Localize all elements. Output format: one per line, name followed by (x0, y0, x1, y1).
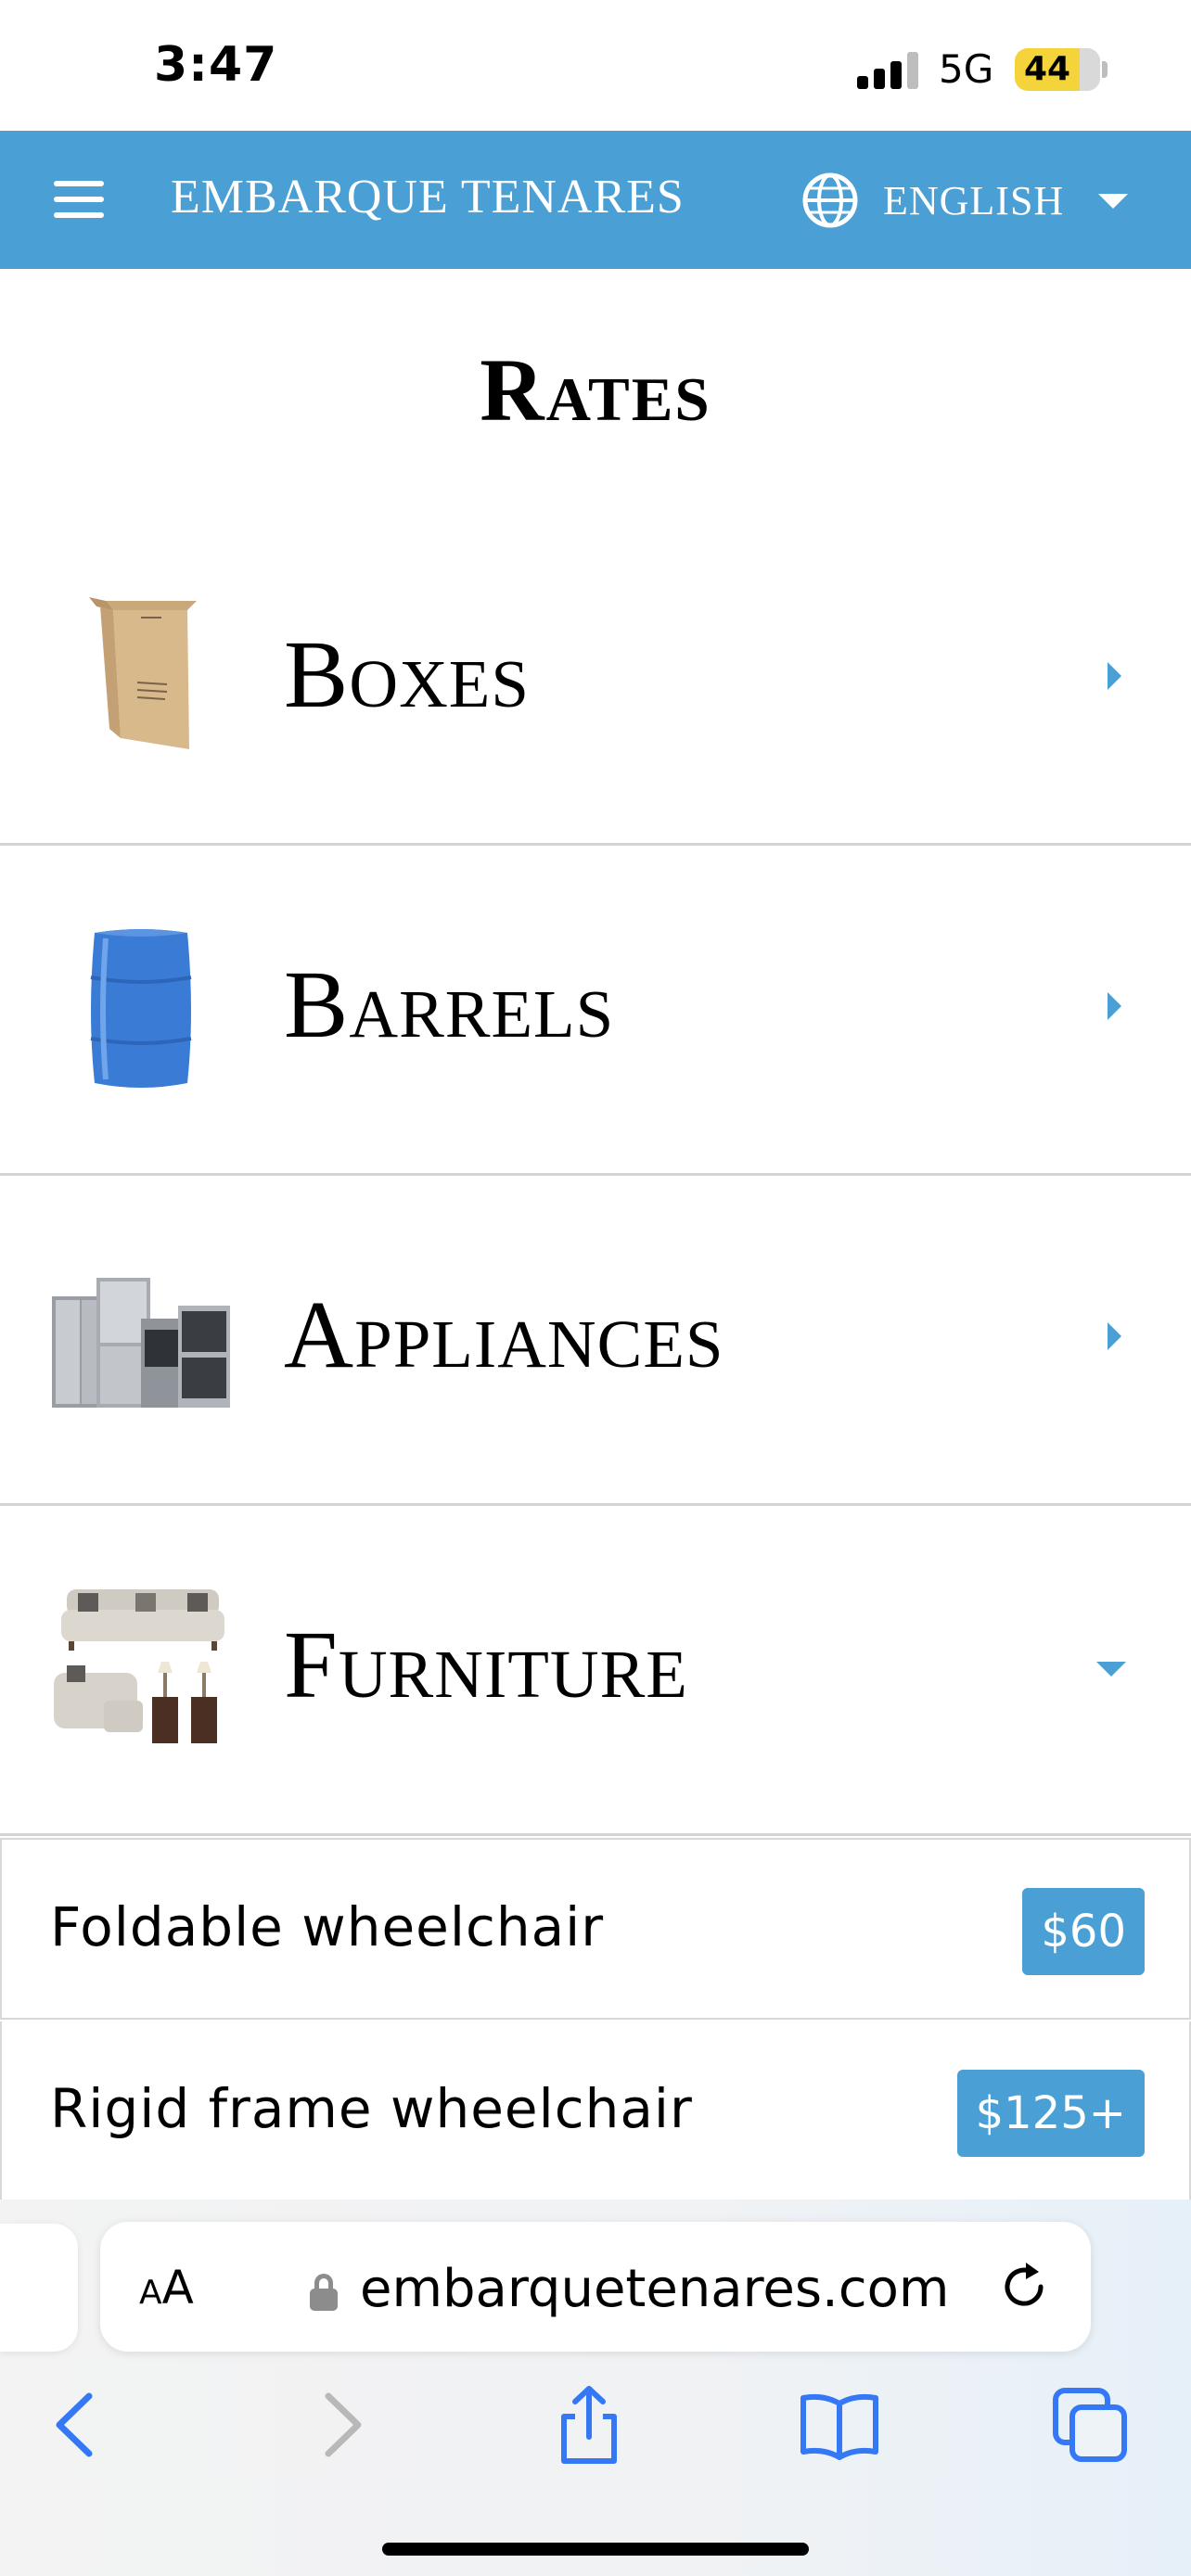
category-label: Furniture (284, 1612, 688, 1718)
item-name: Rigid frame wheelchair (50, 2077, 693, 2140)
forward-icon[interactable] (297, 2383, 380, 2467)
barrel-image (90, 929, 192, 1088)
site-header: EMBARQUE TENARES ENGLISH (0, 131, 1191, 269)
status-time: 3:47 (154, 37, 278, 93)
globe-icon[interactable] (801, 172, 859, 229)
battery-level: 44 (1023, 50, 1071, 88)
reload-icon[interactable] (996, 2259, 1052, 2315)
cellular-signal-icon (857, 52, 918, 89)
tabs-icon[interactable] (1048, 2383, 1132, 2467)
battery-icon: 44 (1015, 48, 1100, 91)
box-image (89, 597, 197, 749)
price-badge: $125+ (956, 2070, 1145, 2157)
url-text[interactable]: embarquetenares.com (360, 2259, 949, 2319)
category-label: Appliances (284, 1282, 724, 1388)
list-item[interactable]: Rigid frame wheelchair $125+ (0, 2021, 1191, 2203)
page-title: Rates (480, 340, 711, 440)
category-row-furniture[interactable]: Furniture (0, 1506, 1191, 1836)
address-bar[interactable]: AA embarquetenares.com (100, 2222, 1091, 2352)
chevron-down-icon[interactable] (1098, 194, 1128, 209)
furniture-image (54, 1589, 224, 1743)
hamburger-menu-icon[interactable] (54, 181, 104, 218)
network-type: 5G (939, 46, 994, 92)
price-badge: $60 (1022, 1888, 1145, 1975)
home-indicator[interactable] (382, 2543, 809, 2556)
chevron-right-icon (1108, 662, 1121, 690)
back-icon[interactable] (37, 2383, 121, 2467)
category-label: Boxes (284, 621, 530, 728)
bookmarks-icon[interactable] (798, 2383, 881, 2467)
status-bar: 3:47 5G 44 (0, 0, 1191, 131)
browser-toolbar: AA embarquetenares.com (0, 2200, 1191, 2576)
category-row-barrels[interactable]: Barrels (0, 846, 1191, 1176)
chevron-down-icon (1096, 1662, 1126, 1677)
previous-tab-peek[interactable] (0, 2224, 78, 2352)
share-icon[interactable] (547, 2383, 631, 2467)
text-size-button[interactable]: AA (139, 2261, 194, 2315)
appliances-image (52, 1278, 230, 1408)
language-selector[interactable]: ENGLISH (883, 177, 1064, 224)
list-item[interactable]: Foldable wheelchair $60 (0, 1838, 1191, 2020)
item-name: Foldable wheelchair (50, 1895, 605, 1958)
site-brand[interactable]: EMBARQUE TENARES (171, 170, 685, 224)
category-label: Barrels (284, 951, 615, 1058)
category-row-boxes[interactable]: Boxes (0, 516, 1191, 846)
lock-icon (310, 2274, 338, 2311)
chevron-right-icon (1108, 992, 1121, 1020)
category-row-appliances[interactable]: Appliances (0, 1176, 1191, 1506)
battery-tip (1102, 61, 1108, 78)
chevron-right-icon (1108, 1322, 1121, 1350)
